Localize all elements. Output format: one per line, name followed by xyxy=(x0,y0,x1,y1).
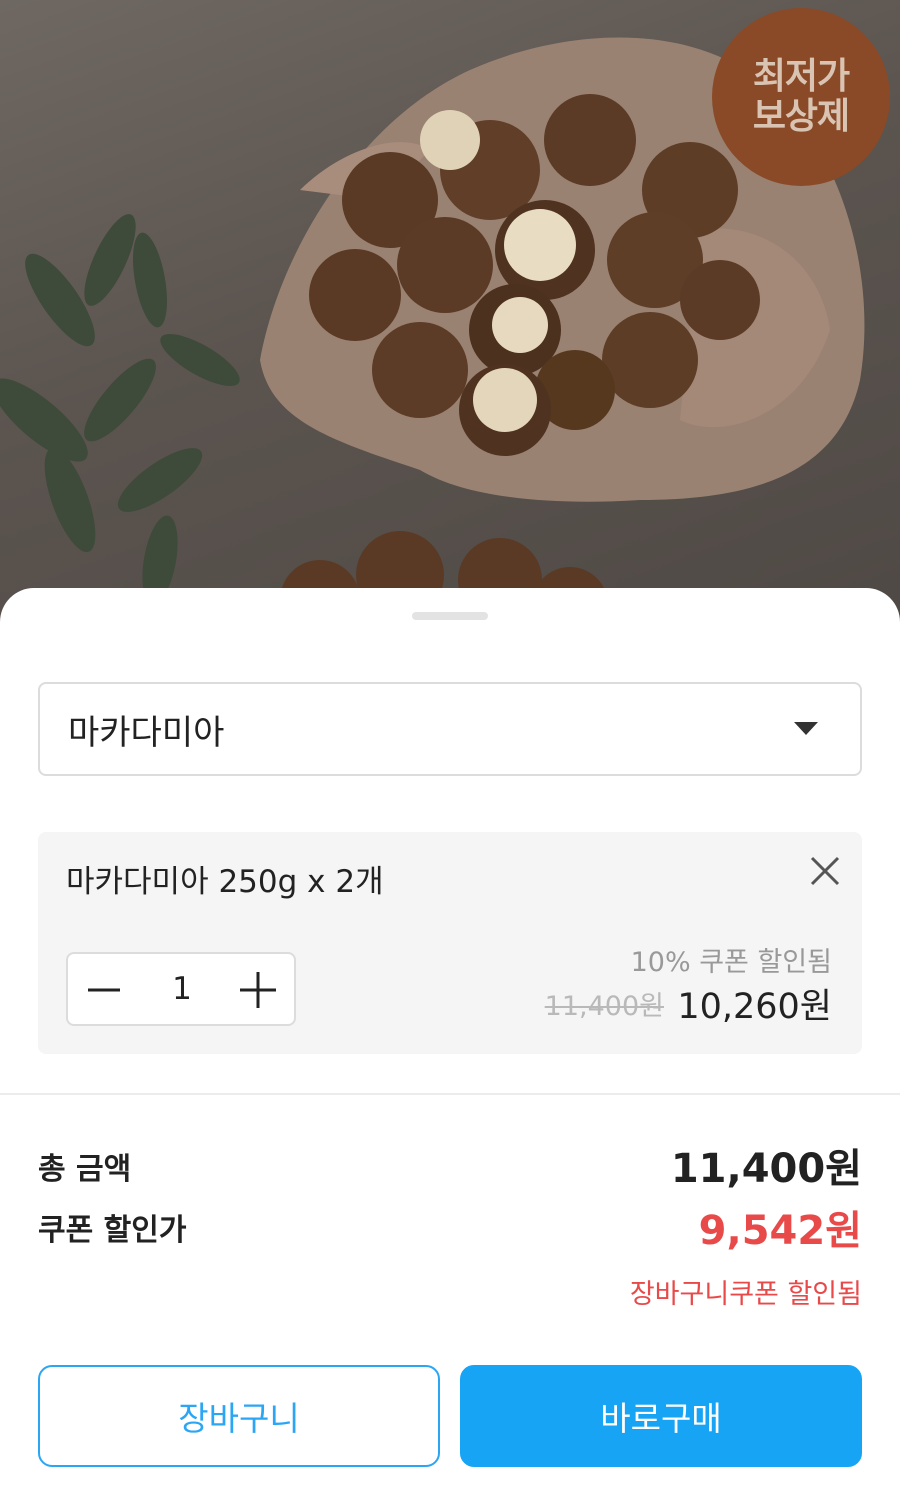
divider xyxy=(0,1093,900,1095)
add-to-cart-button[interactable]: 장바구니 xyxy=(38,1365,440,1467)
quantity-value[interactable]: 1 xyxy=(138,954,226,1024)
purchase-option-sheet: 마카다미아 마카다미아 250g x 2개 1 10% 쿠폰 할인됨 11,40… xyxy=(0,588,900,1485)
total-amount-value: 11,400원 xyxy=(670,1146,862,1192)
badge-line-1: 최저가 xyxy=(752,56,850,97)
minus-icon[interactable] xyxy=(82,968,126,1012)
cart-coupon-note: 장바구니쿠폰 할인됨 xyxy=(629,1279,862,1310)
option-select-value: 마카다미아 xyxy=(68,712,225,753)
quantity-stepper: 1 xyxy=(66,952,296,1026)
lowest-price-guarantee-badge: 최저가 보상제 xyxy=(712,8,890,186)
selected-option-item: 마카다미아 250g x 2개 1 10% 쿠폰 할인됨 11,400원 10,… xyxy=(38,832,862,1054)
product-image: 최저가 보상제 xyxy=(0,0,900,640)
buy-now-button[interactable]: 바로구매 xyxy=(460,1365,862,1467)
badge-line-2: 보상제 xyxy=(752,96,850,137)
total-amount-label: 총 금액 xyxy=(38,1152,132,1187)
sale-price: 10,260원 xyxy=(677,987,832,1027)
coupon-price-value: 9,542원 xyxy=(698,1208,862,1254)
sheet-drag-handle[interactable] xyxy=(412,612,488,620)
plus-icon[interactable] xyxy=(236,968,280,1012)
selected-option-name: 마카다미아 250g x 2개 xyxy=(66,864,384,900)
close-icon[interactable] xyxy=(808,854,842,888)
coupon-price-label: 쿠폰 할인가 xyxy=(38,1213,187,1248)
coupon-applied-note: 10% 쿠폰 할인됨 xyxy=(630,947,832,978)
chevron-down-icon xyxy=(794,722,818,735)
option-select[interactable]: 마카다미아 xyxy=(38,682,862,776)
original-price: 11,400원 xyxy=(544,991,664,1022)
